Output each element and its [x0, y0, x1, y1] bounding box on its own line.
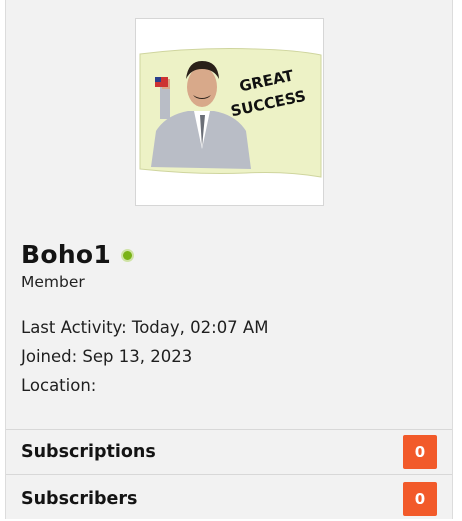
- subscribers-count-badge[interactable]: 0: [403, 481, 437, 516]
- subscriptions-count-badge[interactable]: 0: [403, 435, 437, 469]
- profile-info: Last Activity: Today, 02:07 AM Joined: S…: [21, 313, 268, 400]
- joined-date: Joined: Sep 13, 2023: [21, 347, 193, 366]
- stat-row-subscriptions[interactable]: Subscriptions 0: [6, 430, 452, 475]
- location: Location:: [21, 376, 97, 395]
- stat-label-subscriptions: Subscriptions: [21, 442, 156, 462]
- username[interactable]: Boho1: [21, 240, 111, 269]
- last-activity: Last Activity: Today, 02:07 AM: [21, 318, 269, 337]
- profile-card: GREAT SUCCESS Boho1 Member Last Activity…: [5, 0, 453, 519]
- avatar[interactable]: GREAT SUCCESS: [135, 18, 324, 206]
- stat-label-subscribers: Subscribers: [21, 488, 138, 509]
- user-role: Member: [21, 273, 85, 291]
- stat-row-subscribers[interactable]: Subscribers 0: [6, 476, 452, 521]
- username-row: Boho1: [21, 236, 135, 272]
- online-status-icon: [121, 248, 135, 262]
